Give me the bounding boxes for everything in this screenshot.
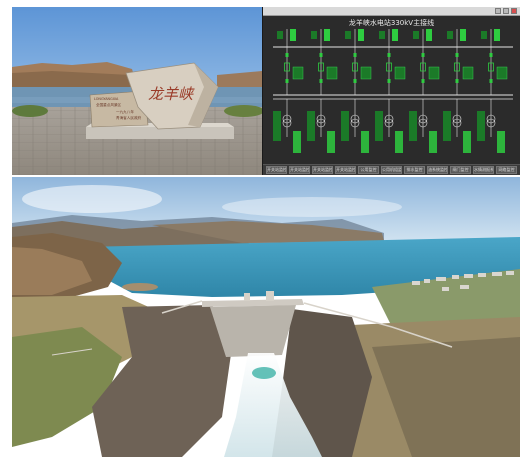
disconnector: [421, 53, 425, 57]
nav-button-8[interactable]: 油系统监控: [427, 166, 448, 174]
status-panel-bottom: [497, 131, 505, 153]
scada-main-wiring-screen: 龙羊峡水电站330kV主接线 开关站监控 开关站监控 开关站监控 开关站监控 公…: [262, 7, 520, 175]
scada-navigation-bar: 开关站监控 开关站监控 开关站监控 开关站监控 公用监控 公用机组监控 排水监控…: [263, 164, 520, 175]
main-inscription: 龙羊峡: [148, 85, 195, 103]
status-block-top: [277, 31, 283, 39]
status-panel-bottom: [327, 131, 335, 153]
nav-button-9[interactable]: 闸门监控: [450, 166, 471, 174]
nav-button-7[interactable]: 排水监控: [404, 166, 425, 174]
status-block-top: [481, 31, 487, 39]
nav-button-4[interactable]: 开关站监控: [335, 166, 356, 174]
status-block-top: [358, 29, 364, 41]
status-block-top: [447, 31, 453, 39]
single-line-diagram: [273, 29, 513, 153]
status-block-top: [345, 31, 351, 39]
disconnector: [489, 79, 493, 83]
status-block-top: [460, 29, 466, 41]
status-panel-bottom: [375, 111, 383, 141]
disconnector: [421, 79, 425, 83]
status-panel-bottom: [443, 111, 451, 141]
status-panel-bottom: [341, 111, 349, 141]
nav-button-10[interactable]: 水情测报系统: [473, 166, 494, 174]
measurement-panel: [360, 66, 372, 80]
measurement-panel: [292, 66, 304, 80]
status-panel-bottom: [307, 111, 315, 141]
status-panel-bottom: [361, 131, 369, 153]
measurement-panel: [326, 66, 338, 80]
status-panel-bottom: [429, 131, 437, 153]
status-panel-bottom: [273, 111, 281, 141]
disconnector: [285, 53, 289, 57]
nav-button-3[interactable]: 开关站监控: [312, 166, 333, 174]
nav-button-5[interactable]: 公用监控: [358, 166, 379, 174]
disconnector: [387, 79, 391, 83]
status-block-top: [494, 29, 500, 41]
small-stone-line-2: 全国重点风景区: [96, 102, 122, 107]
disconnector: [455, 79, 459, 83]
measurement-panel: [428, 66, 440, 80]
disconnector: [319, 79, 323, 83]
status-block-top: [413, 31, 419, 39]
small-stone-line-4: 青海省人民政府: [116, 115, 142, 120]
measurement-panel: [394, 66, 406, 80]
nav-button-6[interactable]: 公用机组监控: [381, 166, 402, 174]
disconnector: [285, 79, 289, 83]
status-panel-bottom: [409, 111, 417, 141]
status-panel-bottom: [293, 131, 301, 153]
measurement-panel: [462, 66, 474, 80]
disconnector: [353, 53, 357, 57]
status-panel-bottom: [477, 111, 485, 141]
nav-button-1[interactable]: 开关站监控: [266, 166, 287, 174]
nav-button-2[interactable]: 开关站监控: [289, 166, 310, 174]
status-panel-bottom: [463, 131, 471, 153]
disconnector: [353, 79, 357, 83]
status-block-top: [324, 29, 330, 41]
monument-photo: LONGYANGXIA 全国重点风景区 一九九八年 青海省人民政府 龙羊峡: [12, 7, 262, 175]
status-block-top: [379, 31, 385, 39]
status-block-top: [392, 29, 398, 41]
status-block-top: [426, 29, 432, 41]
disconnector: [489, 53, 493, 57]
measurement-panel: [496, 66, 508, 80]
small-stone-line-1: LONGYANGXIA: [94, 97, 119, 101]
dam-aerial-photo: [12, 177, 520, 457]
small-stone-line-3: 一九九八年: [116, 109, 134, 114]
status-panel-bottom: [395, 131, 403, 153]
disconnector: [319, 53, 323, 57]
nav-button-11[interactable]: 网络监控: [496, 166, 517, 174]
status-block-top: [311, 31, 317, 39]
status-block-top: [290, 29, 296, 41]
disconnector: [387, 53, 391, 57]
disconnector: [455, 53, 459, 57]
